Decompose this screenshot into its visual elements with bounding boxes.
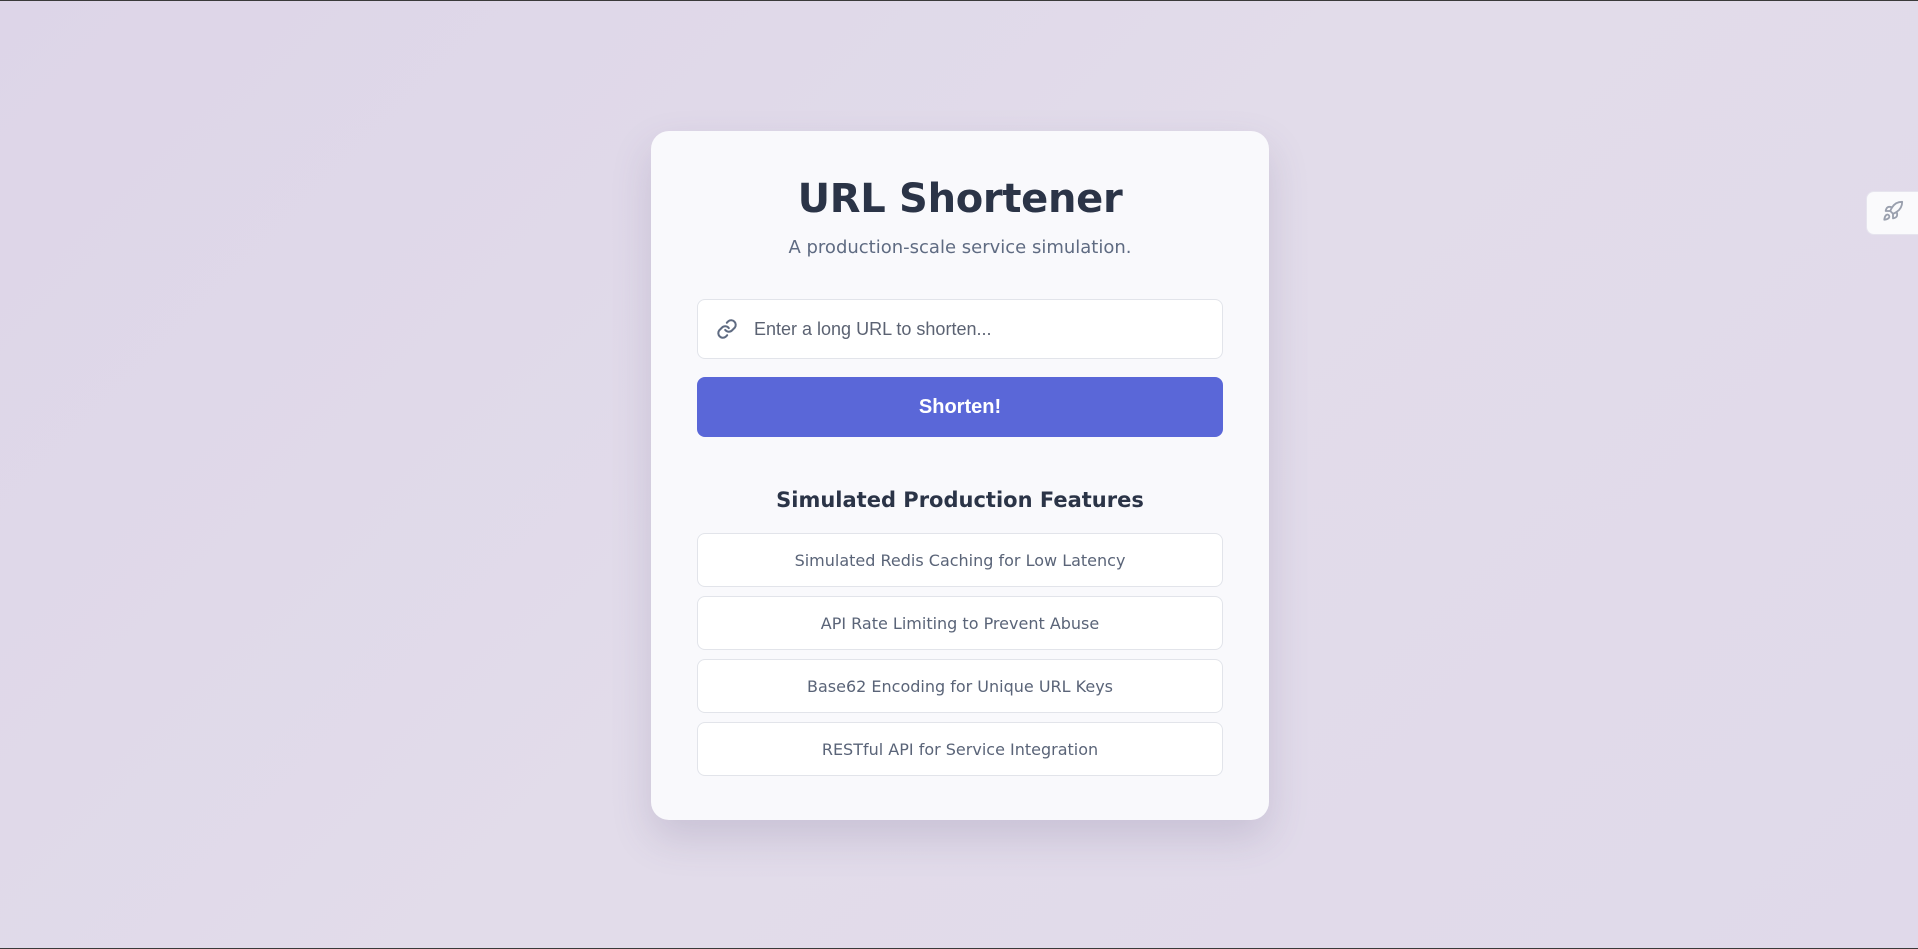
page-title: URL Shortener	[797, 176, 1123, 222]
url-input-wrapper[interactable]	[697, 299, 1223, 359]
feature-item-restful-api: RESTful API for Service Integration	[697, 722, 1223, 776]
rocket-icon	[1882, 200, 1904, 226]
features-list: Simulated Redis Caching for Low Latency …	[697, 533, 1223, 776]
url-shortener-card: URL Shortener A production-scale service…	[651, 131, 1269, 820]
link-icon	[716, 318, 738, 340]
feature-item-rate-limiting: API Rate Limiting to Prevent Abuse	[697, 596, 1223, 650]
side-widget-button[interactable]	[1866, 191, 1918, 235]
features-heading: Simulated Production Features	[776, 488, 1144, 512]
feature-item-base62-encoding: Base62 Encoding for Unique URL Keys	[697, 659, 1223, 713]
url-input[interactable]	[752, 299, 1222, 359]
shorten-button[interactable]: Shorten!	[697, 377, 1223, 437]
feature-item-redis-caching: Simulated Redis Caching for Low Latency	[697, 533, 1223, 587]
page-subtitle: A production-scale service simulation.	[788, 237, 1132, 258]
